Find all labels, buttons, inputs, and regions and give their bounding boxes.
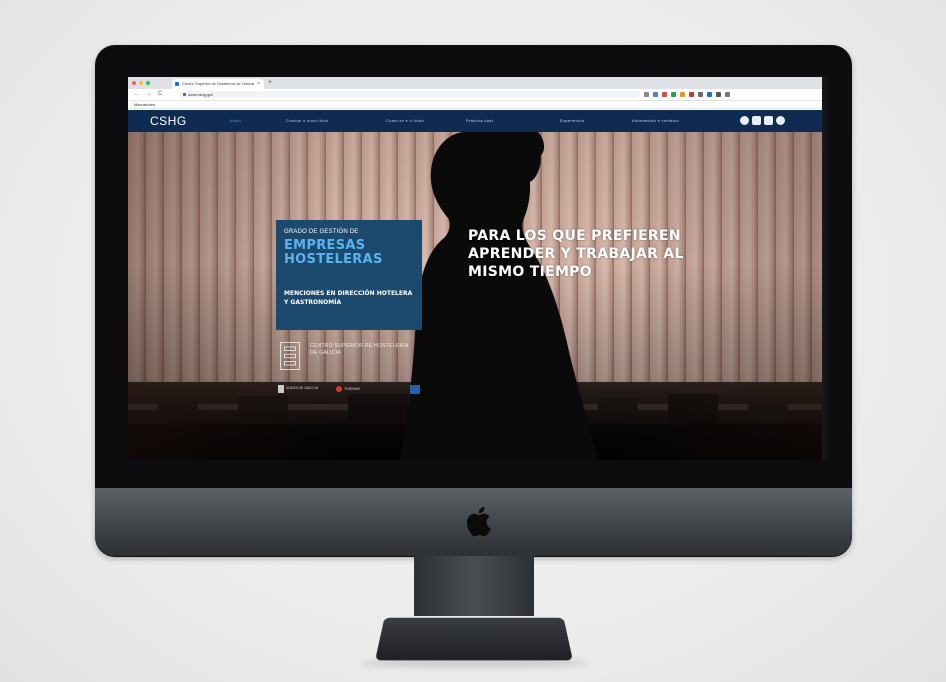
profile-icon[interactable] xyxy=(716,92,721,97)
nav-item-como[interactable]: Como se é o título xyxy=(386,118,424,123)
promo-subtitle: MENCIONES EN DIRECCIÓN HOTELERA Y GASTRO… xyxy=(284,290,413,306)
nav-item-experiencia[interactable]: Experiencia xyxy=(560,118,584,123)
screen-edge xyxy=(822,77,830,460)
extension-icon[interactable] xyxy=(662,92,667,97)
bookmarks-bar: Marcadores xyxy=(128,101,822,109)
promo-title-line1: EMPRESAS xyxy=(284,238,366,253)
site-navbar: CSHG Inicio Conoce o novo título Como se… xyxy=(128,110,822,132)
minimize-window-button[interactable] xyxy=(139,81,143,85)
nav-item-conoce[interactable]: Conoce o novo título xyxy=(286,118,329,123)
address-bar[interactable]: www.cshg.gal xyxy=(180,91,640,98)
turismo-logo-icon xyxy=(336,386,342,392)
hero-banner: GRADO DE GESTIÓN DE EMPRESAS HOSTELERAS … xyxy=(128,132,822,460)
site-logo[interactable]: CSHG xyxy=(150,114,187,128)
facebook-icon[interactable] xyxy=(740,116,749,125)
instagram-icon[interactable] xyxy=(764,116,773,125)
linkedin-icon[interactable] xyxy=(752,116,761,125)
institution-name: CENTRO SUPERIOR DE HOSTELERÍA DE GALICIA xyxy=(310,343,409,356)
close-window-button[interactable] xyxy=(132,81,136,85)
social-links xyxy=(740,116,785,125)
browser-toolbar: ← → C www.cshg.gal xyxy=(128,89,822,101)
back-button[interactable]: ← xyxy=(134,90,140,99)
browser-tab-bar: Centro Superior de Hostelería de Galicia… xyxy=(128,77,822,89)
lock-icon xyxy=(183,93,186,96)
reload-button[interactable]: C xyxy=(158,90,162,99)
promo-title-line2: HOSTELERAS xyxy=(284,252,383,267)
nav-item-inicio[interactable]: Inicio xyxy=(230,118,241,123)
apple-logo-icon xyxy=(467,506,491,537)
bookmarks-label[interactable]: Marcadores xyxy=(134,102,155,107)
new-tab-button[interactable]: + xyxy=(268,78,272,88)
extension-icon[interactable] xyxy=(671,92,676,97)
url-text: www.cshg.gal xyxy=(188,92,213,97)
screen: Centro Superior de Hostelería de Galicia… xyxy=(128,77,822,460)
partner-logo-icon xyxy=(410,385,420,394)
nav-item-contacto[interactable]: Información e contacto xyxy=(632,118,679,123)
tab-title: Centro Superior de Hostelería de Galicia xyxy=(182,81,255,86)
star-icon[interactable] xyxy=(644,92,649,97)
menu-icon[interactable] xyxy=(725,92,730,97)
tab-close-icon[interactable]: × xyxy=(257,79,260,89)
hero-headline: PARA LOS QUE PREFIEREN APRENDER Y TRABAJ… xyxy=(468,228,684,280)
promo-kicker: GRADO DE GESTIÓN DE xyxy=(284,229,359,235)
institution-logo: CENTRO SUPERIOR DE HOSTELERÍA DE GALICIA xyxy=(280,342,420,372)
forward-button[interactable]: → xyxy=(146,90,152,99)
window-controls xyxy=(132,81,150,85)
extension-icon[interactable] xyxy=(698,92,703,97)
extension-icon[interactable] xyxy=(680,92,685,97)
partner-xunta: XUNTA DE GALICIA xyxy=(286,386,319,390)
promo-title: EMPRESAS HOSTELERAS xyxy=(284,239,383,267)
partner-turismo: TURISMO xyxy=(344,387,361,391)
partner-logos: XUNTA DE GALICIA TURISMO xyxy=(278,385,438,395)
maximize-window-button[interactable] xyxy=(146,81,150,85)
favicon-icon xyxy=(175,82,179,86)
woman-silhouette-image xyxy=(400,132,598,460)
imac-stand-foot xyxy=(375,617,573,661)
extension-icons xyxy=(644,92,730,97)
imac-stand-neck xyxy=(414,556,534,616)
globe-icon[interactable] xyxy=(776,116,785,125)
extension-icon[interactable] xyxy=(707,92,712,97)
extension-icon[interactable] xyxy=(689,92,694,97)
nav-item-practica[interactable]: Práctica dual xyxy=(466,118,493,123)
xunta-logo-icon xyxy=(278,385,284,393)
degree-promo-panel: GRADO DE GESTIÓN DE EMPRESAS HOSTELERAS … xyxy=(276,220,422,330)
browser-tab[interactable]: Centro Superior de Hostelería de Galicia… xyxy=(172,79,264,89)
cshg-emblem-icon xyxy=(280,342,300,370)
extension-icon[interactable] xyxy=(653,92,658,97)
